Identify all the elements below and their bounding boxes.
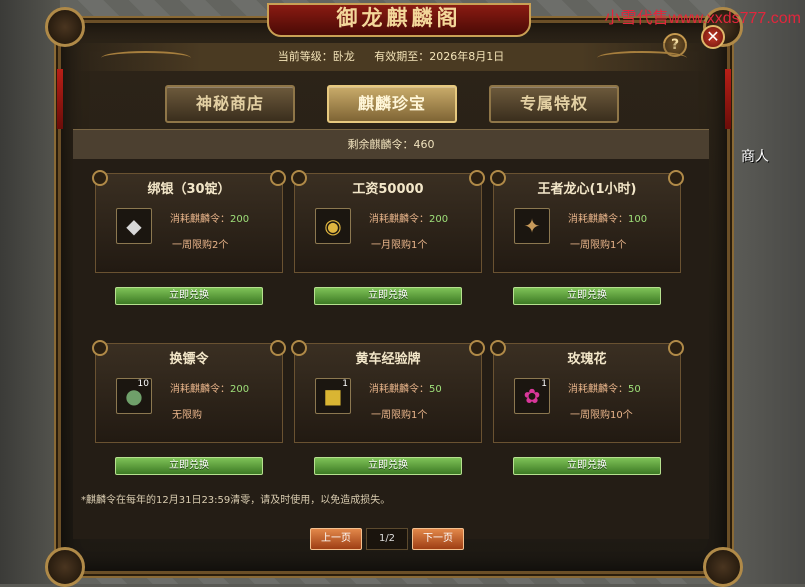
item-limit: 一周限购10个 xyxy=(570,410,633,421)
cost-prefix: 消耗麒麟令： xyxy=(170,214,230,225)
remaining-tokens: 剩余麒麟令：460 xyxy=(73,129,709,161)
right-tassel-ornament xyxy=(725,69,731,129)
next-page-button[interactable]: 下一页 xyxy=(412,528,464,550)
redeem-button[interactable]: 立即兑换 xyxy=(513,457,661,475)
cost-value: 200 xyxy=(230,214,250,225)
redeem-button[interactable]: 立即兑换 xyxy=(115,287,263,305)
cost-value: 200 xyxy=(429,214,449,225)
item-card: 工资50000 ◉ 消耗麒麟令：200 一月限购1个 xyxy=(291,170,485,273)
item-title: 工资50000 xyxy=(352,182,424,197)
item-glyph: ■ xyxy=(323,384,343,408)
item-limit: 无限购 xyxy=(172,410,202,421)
silver-ingot-icon[interactable]: ◆ xyxy=(116,208,152,244)
item-cost: 消耗麒麟令：200 xyxy=(170,380,249,395)
cost-value: 200 xyxy=(230,384,250,395)
frame-corner-ornament xyxy=(45,547,85,587)
expiry-date-text: 有效期至：2026年8月1日 xyxy=(374,50,505,63)
item-cost: 消耗麒麟令：100 xyxy=(568,210,647,225)
gold-coins-icon[interactable]: ◉ xyxy=(315,208,351,244)
item-glyph: ◉ xyxy=(324,214,342,238)
cost-prefix: 消耗麒麟令： xyxy=(369,384,429,395)
item-glyph: ✦ xyxy=(523,214,541,238)
redeem-button[interactable]: 立即兑换 xyxy=(314,287,462,305)
scene-left-building xyxy=(0,0,60,584)
item-limit: 一周限购2个 xyxy=(172,240,229,251)
item-limit: 一周限购1个 xyxy=(371,410,428,421)
page-indicator: 1/2 xyxy=(366,528,408,550)
prev-page-button[interactable]: 上一页 xyxy=(310,528,362,550)
tab-bar: 神秘商店 麒麟珍宝 专属特权 xyxy=(165,85,619,125)
current-level-text: 当前等级：卧龙 xyxy=(277,50,355,63)
item-title: 换镖令 xyxy=(169,352,209,367)
item-quantity: 10 xyxy=(137,379,149,389)
tab-mystery-shop[interactable]: 神秘商店 xyxy=(165,85,295,123)
item-card: 玫瑰花 ✿ 1 消耗麒麟令：50 一周限购10个 xyxy=(490,340,684,443)
pagination: 上一页 1/2 下一页 xyxy=(310,528,470,550)
cost-prefix: 消耗麒麟令： xyxy=(568,384,628,395)
shop-window: 御龙麒麟阁 ? ✕ 当前等级：卧龙 有效期至：2026年8月1日 神秘商店 麒麟… xyxy=(45,3,743,587)
redeem-button[interactable]: 立即兑换 xyxy=(115,457,263,475)
cost-value: 100 xyxy=(628,214,648,225)
header-swirl-ornament xyxy=(101,51,191,65)
tab-qilin-treasures[interactable]: 麒麟珍宝 xyxy=(327,85,457,123)
cost-prefix: 消耗麒麟令： xyxy=(568,214,628,225)
window-title: 御龙麒麟阁 xyxy=(267,3,531,37)
cost-prefix: 消耗麒麟令： xyxy=(369,214,429,225)
items-grid: 绑银（30锭） ◆ 消耗麒麟令：200 一周限购2个 立即兑换 工资50000 … xyxy=(73,159,709,539)
item-card: 换镖令 ● 10 消耗麒麟令：200 无限购 xyxy=(92,340,286,443)
yellow-cart-icon[interactable]: ■ 1 xyxy=(315,378,351,414)
escort-token-icon[interactable]: ● 10 xyxy=(116,378,152,414)
item-title: 王者龙心(1小时) xyxy=(537,182,637,197)
left-tassel-ornament xyxy=(57,69,63,129)
header-swirl-ornament xyxy=(597,51,687,65)
item-quantity: 1 xyxy=(541,379,547,389)
redeem-button[interactable]: 立即兑换 xyxy=(314,457,462,475)
item-cost: 消耗麒麟令：50 xyxy=(568,380,641,395)
item-title: 玫瑰花 xyxy=(567,352,607,367)
item-card: 黄车经验牌 ■ 1 消耗麒麟令：50 一周限购1个 xyxy=(291,340,485,443)
frame-corner-ornament xyxy=(703,547,743,587)
watermark-text: 小雪代售www.xxds777.com xyxy=(604,10,802,27)
item-cost: 消耗麒麟令：200 xyxy=(369,210,448,225)
rose-icon[interactable]: ✿ 1 xyxy=(514,378,550,414)
frame-corner-ornament xyxy=(45,7,85,47)
item-quantity: 1 xyxy=(342,379,348,389)
item-limit: 一月限购1个 xyxy=(371,240,428,251)
item-title: 绑银（30锭） xyxy=(147,182,231,197)
item-title: 黄车经验牌 xyxy=(355,352,421,367)
reset-notice: *麒麟令在每年的12月31日23:59清零，请及时使用，以免造成损失。 xyxy=(81,495,391,506)
scene-right-building xyxy=(725,0,805,584)
dragon-heart-icon[interactable]: ✦ xyxy=(514,208,550,244)
item-cost: 消耗麒麟令：200 xyxy=(170,210,249,225)
redeem-button[interactable]: 立即兑换 xyxy=(513,287,661,305)
item-glyph: ✿ xyxy=(523,384,541,408)
item-card: 绑银（30锭） ◆ 消耗麒麟令：200 一周限购2个 xyxy=(92,170,286,273)
cost-value: 50 xyxy=(429,384,442,395)
tab-exclusive-privileges[interactable]: 专属特权 xyxy=(489,85,619,123)
item-cost: 消耗麒麟令：50 xyxy=(369,380,442,395)
cost-value: 50 xyxy=(628,384,641,395)
cost-prefix: 消耗麒麟令： xyxy=(170,384,230,395)
item-glyph: ◆ xyxy=(126,214,142,238)
item-limit: 一周限购1个 xyxy=(570,240,627,251)
npc-sign: 商人 xyxy=(741,149,769,165)
item-card: 王者龙心(1小时) ✦ 消耗麒麟令：100 一周限购1个 xyxy=(490,170,684,273)
